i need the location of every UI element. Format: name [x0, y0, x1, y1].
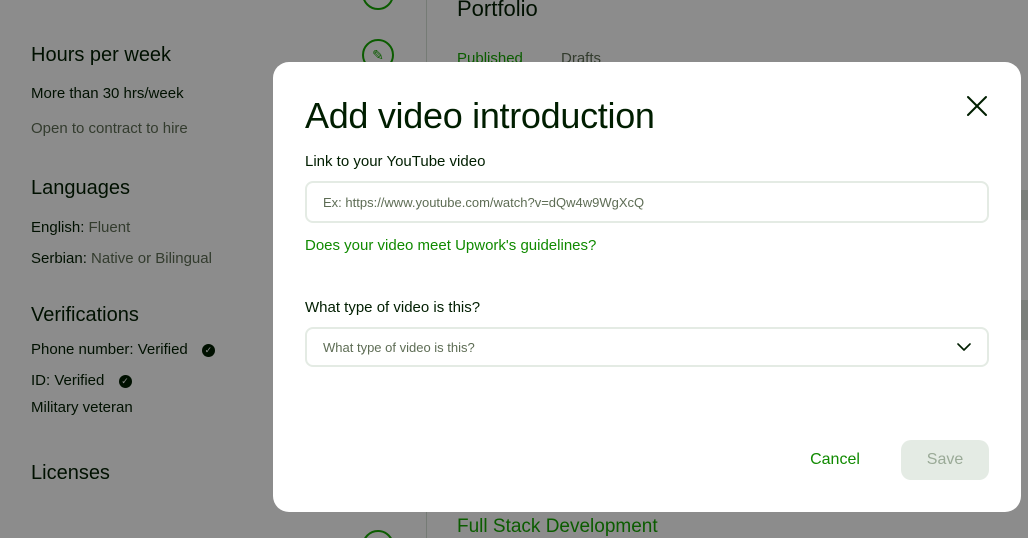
- modal-title: Add video introduction: [305, 95, 655, 136]
- save-button[interactable]: Save: [901, 440, 989, 480]
- cancel-button[interactable]: Cancel: [793, 440, 877, 480]
- close-button[interactable]: [963, 92, 991, 120]
- guidelines-link[interactable]: Does your video meet Upwork's guidelines…: [305, 237, 596, 254]
- youtube-link-input[interactable]: [305, 181, 989, 223]
- youtube-link-label: Link to your YouTube video: [305, 153, 486, 170]
- video-type-select[interactable]: What type of video is this?: [305, 327, 989, 367]
- close-icon: [967, 96, 987, 116]
- video-type-placeholder: What type of video is this?: [323, 339, 475, 355]
- add-video-modal: Add video introduction Link to your YouT…: [273, 62, 1021, 512]
- video-type-label: What type of video is this?: [305, 299, 481, 316]
- chevron-down-icon: [957, 343, 971, 351]
